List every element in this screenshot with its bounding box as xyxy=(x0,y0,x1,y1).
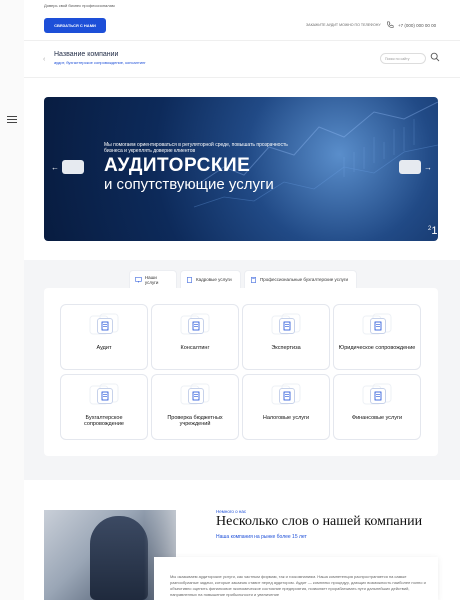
service-card[interactable]: Аудит xyxy=(60,304,148,370)
service-card[interactable]: Юридическое сопровождение xyxy=(333,304,421,370)
tab-our-services[interactable]: Наши услуги xyxy=(129,270,177,288)
company-subtitle: аудит, бухгалтерское сопровождение, конс… xyxy=(54,60,146,65)
hamburger-menu-icon[interactable] xyxy=(7,116,17,124)
slide-total: 2 xyxy=(428,226,432,232)
money-bag-icon xyxy=(370,388,386,404)
hero-slider: Мы помогаем ориентироваться в регуляторн… xyxy=(44,97,438,241)
service-card-label: Аудит xyxy=(96,345,112,351)
page: Доверь свой бизнес профессионалам СВЯЗАТ… xyxy=(24,0,460,600)
phone-number[interactable]: +7 (000) 000 00 00 xyxy=(398,23,436,28)
service-card-label: Бухгалтерское сопровождение xyxy=(84,415,124,427)
service-card[interactable]: Бухгалтерское сопровождение xyxy=(60,374,148,440)
hero-subtitle: и сопутствующие услуги xyxy=(104,176,274,193)
tab-label: Кадровые услуги xyxy=(196,277,232,282)
service-card[interactable]: Экспертиза xyxy=(242,304,330,370)
tab-label: Профессиональные бухгалтерские услуги xyxy=(260,277,349,282)
site-header: ‹ Название компании аудит, бухгалтерское… xyxy=(24,40,460,78)
contact-us-button[interactable]: СВЯЗАТЬСЯ С НАМИ xyxy=(44,18,106,33)
service-card-label: Финансовые услуги xyxy=(351,415,403,421)
service-card[interactable]: Проверка бюджетных учреждений xyxy=(151,374,239,440)
hero-title: АУДИТОРСКИЕ xyxy=(104,155,251,176)
service-card[interactable]: Консалтинг xyxy=(151,304,239,370)
service-card-label: Проверка бюджетных учреждений xyxy=(167,415,223,427)
service-card[interactable]: Налоговые услуги xyxy=(242,374,330,440)
briefcase-icon xyxy=(188,318,204,334)
slider-next-arrow-icon[interactable]: → xyxy=(424,163,432,172)
service-card-label: Налоговые услуги xyxy=(262,415,310,421)
slider-prev-arrow-icon[interactable]: ← xyxy=(51,163,59,172)
search-input[interactable]: Поиск по сайту xyxy=(380,53,426,64)
about-subtitle: Наша компания на рынке более 15 лет xyxy=(216,534,307,540)
slide-counter: 21 xyxy=(428,221,437,239)
tab-hr-services[interactable]: Кадровые услуги xyxy=(180,270,241,288)
tab-label: Наши услуги xyxy=(144,274,159,285)
phone-icon xyxy=(387,21,394,28)
call-order-text: ЗАКАЖИТЕ АУДИТ МОЖНО ПО ТЕЛЕФОНУ xyxy=(306,23,381,27)
slide-current: 1 xyxy=(431,225,438,237)
audit-icon xyxy=(97,318,113,334)
tagline: Доверь свой бизнес профессионалам xyxy=(44,3,115,8)
left-rail xyxy=(0,0,25,600)
binoculars-icon xyxy=(188,388,204,404)
tab-accounting-services[interactable]: Профессиональные бухгалтерские услуги xyxy=(244,270,357,288)
company-name[interactable]: Название компании xyxy=(54,51,118,58)
back-arrow-icon[interactable]: ‹ xyxy=(43,56,45,63)
slider-prev-thumbnail[interactable] xyxy=(62,160,84,174)
about-card: Мы оказываем аудиторские услуги, как час… xyxy=(154,557,438,600)
calculator-icon xyxy=(251,276,256,283)
gavel-icon xyxy=(370,318,386,334)
service-card-label: Консалтинг xyxy=(180,345,210,351)
hero-intro-text: Мы помогаем ориентироваться в регуляторн… xyxy=(104,142,288,154)
about-paragraph: Мы оказываем аудиторские услуги, как час… xyxy=(170,574,426,597)
services-panel: Аудит Консалтинг Экспертиза Юридическое соп… xyxy=(44,288,438,456)
hand-icon xyxy=(279,318,295,334)
calculator-icon xyxy=(97,388,113,404)
slider-next-thumbnail[interactable] xyxy=(399,160,421,174)
service-card-label: Юридическое сопровождение xyxy=(338,345,416,351)
person-silhouette xyxy=(90,516,148,600)
document-icon xyxy=(187,276,192,283)
service-card-label: Экспертиза xyxy=(271,345,301,351)
search-icon[interactable] xyxy=(430,52,440,62)
monitor-icon xyxy=(135,276,142,283)
top-bar: Доверь свой бизнес профессионалам СВЯЗАТ… xyxy=(24,0,460,40)
about-title: Несколько слов о нашей компании xyxy=(216,514,423,529)
tax-doc-icon xyxy=(279,388,295,404)
service-card[interactable]: Финансовые услуги xyxy=(333,374,421,440)
